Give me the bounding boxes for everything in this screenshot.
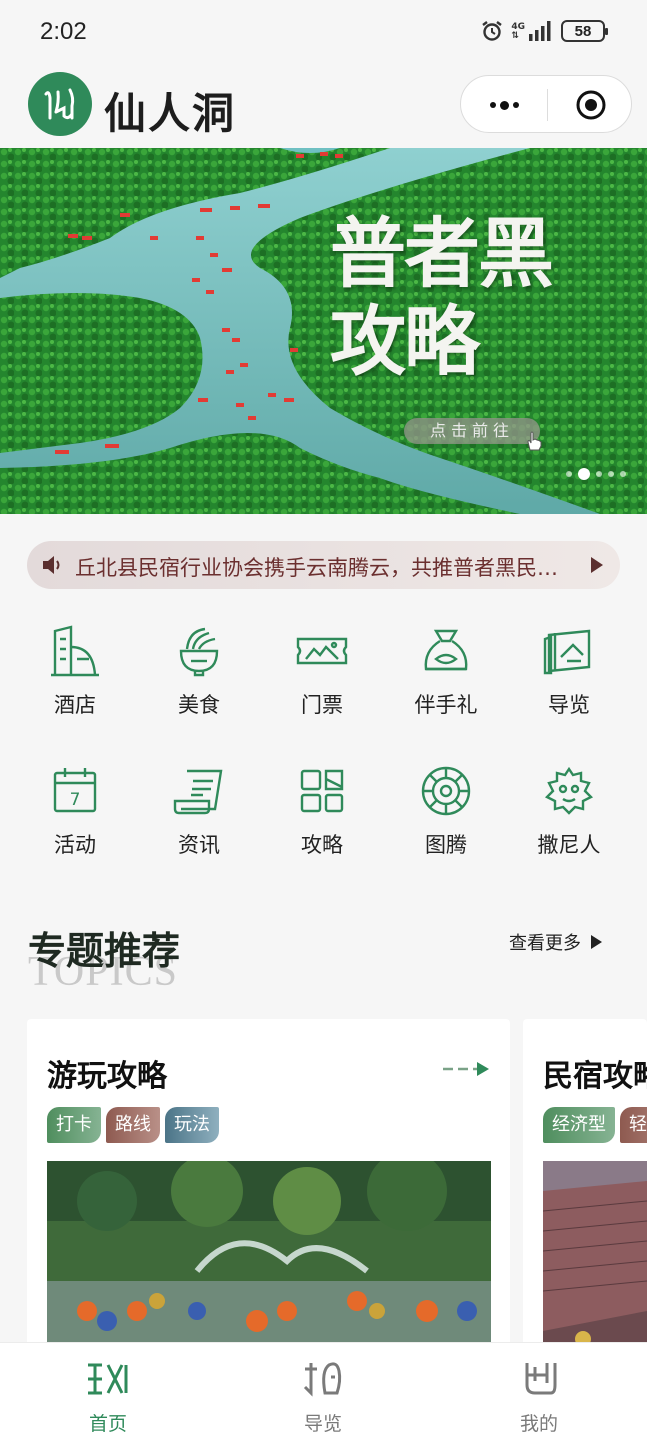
hand-pointer-icon xyxy=(527,431,542,451)
topic-card[interactable]: 游玩攻略 打卡 路线 玩法 xyxy=(27,1019,510,1349)
menu-item-label: 伴手礼 xyxy=(414,693,478,717)
status-time: 2:02 xyxy=(40,18,87,45)
topic-card-image xyxy=(543,1161,647,1349)
tab-label: 我的 xyxy=(519,1413,558,1435)
guide-map-icon xyxy=(543,629,591,675)
status-icons: 4G ⇅ 58 xyxy=(481,20,608,42)
menu-item-activity[interactable]: 7 活动 xyxy=(25,765,125,875)
dashed-arrow-icon xyxy=(443,1062,489,1076)
menu-item-label: 资讯 xyxy=(178,833,220,857)
menu-item-label: 美食 xyxy=(178,693,220,717)
tab-label: 导览 xyxy=(303,1413,342,1435)
profile-icon xyxy=(525,1363,557,1395)
sani-people-icon xyxy=(544,766,594,815)
home-icon xyxy=(88,1363,128,1395)
app-header: 仙人洞 xyxy=(0,66,647,148)
menu-item-label: 导览 xyxy=(548,693,590,717)
hero-banner[interactable]: 普者黑 攻略 点击前往 xyxy=(0,148,647,514)
menu-item-hotel[interactable]: 酒店 xyxy=(25,625,125,735)
ticket-icon xyxy=(296,637,348,665)
strategy-icon xyxy=(300,769,344,813)
signal-arrows-icon: ⇅ xyxy=(511,31,519,41)
tab-mine[interactable]: 我的 xyxy=(431,1343,647,1440)
battery-indicator: 58 xyxy=(561,20,608,42)
banner-pagination xyxy=(566,468,626,480)
tag-route[interactable]: 路线 xyxy=(106,1107,160,1143)
pagination-dot[interactable] xyxy=(608,471,614,477)
menu-item-label: 攻略 xyxy=(301,833,343,857)
hotel-icon xyxy=(51,625,99,677)
signal-bars-icon xyxy=(529,21,551,41)
totem-icon xyxy=(421,766,471,816)
status-bar: 2:02 4G ⇅ 58 xyxy=(0,0,647,66)
tag-check-in[interactable]: 打卡 xyxy=(47,1107,101,1143)
calendar-day-text: 7 xyxy=(70,790,81,810)
menu-item-label: 活动 xyxy=(54,833,96,857)
banner-title: 普者黑 攻略 xyxy=(330,209,554,386)
logo-glyph-icon xyxy=(44,88,75,120)
tag-economy[interactable]: 经济型 xyxy=(543,1107,615,1143)
section-title: 专题推荐 xyxy=(28,928,181,973)
pagination-dot[interactable] xyxy=(620,471,626,477)
notice-text: 丘北县民宿行业协会携手云南腾云，共推普者黑民宿行业发展 xyxy=(75,556,575,580)
tab-label: 首页 xyxy=(88,1413,127,1435)
topic-card-title: 游玩攻略 xyxy=(47,1059,167,1094)
target-close-icon xyxy=(576,90,605,120)
more-dot-icon xyxy=(512,102,519,108)
food-icon xyxy=(179,627,219,677)
notice-bar[interactable]: 丘北县民宿行业协会携手云南腾云，共推普者黑民宿行业发展 xyxy=(27,541,620,589)
tab-home[interactable]: 首页 xyxy=(0,1343,216,1440)
boat-splash-photo xyxy=(47,1161,491,1349)
guesthouse-roof-photo xyxy=(543,1161,647,1349)
speaker-icon xyxy=(43,556,60,574)
close-mini-program-button[interactable] xyxy=(548,76,633,134)
more-dot-icon xyxy=(499,100,509,110)
signal-indicator: 4G ⇅ xyxy=(511,21,553,41)
play-arrow-icon[interactable] xyxy=(589,556,605,574)
tag-light-luxury[interactable]: 轻奢型 xyxy=(620,1107,647,1143)
tag-play[interactable]: 玩法 xyxy=(165,1107,219,1143)
menu-item-guide[interactable]: 导览 xyxy=(519,625,619,735)
news-icon xyxy=(173,769,223,815)
banner-cta-button[interactable]: 点击前往 xyxy=(404,418,540,444)
topic-card-image xyxy=(47,1161,491,1349)
view-more-label: 查看更多 xyxy=(509,933,581,954)
menu-item-label: 撒尼人 xyxy=(537,833,601,857)
topic-tags: 经济型 轻奢型 xyxy=(543,1107,647,1143)
mini-program-capsule xyxy=(460,75,632,133)
topic-tags: 打卡 路线 玩法 xyxy=(47,1107,219,1143)
topic-card[interactable]: 民宿攻略 经济型 轻奢型 xyxy=(523,1019,647,1349)
app-logo-text: 仙人洞 xyxy=(104,89,237,138)
gift-icon xyxy=(424,629,468,671)
more-dot-icon xyxy=(489,102,496,108)
topic-card-title: 民宿攻略 xyxy=(543,1059,647,1094)
menu-item-label: 酒店 xyxy=(54,693,96,717)
more-button[interactable] xyxy=(461,76,547,134)
menu-item-sani-people[interactable]: 撒尼人 xyxy=(519,765,619,875)
bottom-tab-bar: 首页 导览 我的 xyxy=(0,1342,647,1440)
pagination-dot-active[interactable] xyxy=(578,468,590,480)
menu-item-ticket[interactable]: 门票 xyxy=(272,625,372,735)
menu-item-food[interactable]: 美食 xyxy=(149,625,249,735)
menu-item-label: 图腾 xyxy=(425,833,467,857)
play-arrow-icon xyxy=(591,935,602,949)
menu-item-gift[interactable]: 伴手礼 xyxy=(396,625,496,735)
pagination-dot[interactable] xyxy=(566,471,572,477)
tab-guide[interactable]: 导览 xyxy=(215,1343,431,1440)
menu-item-label: 门票 xyxy=(301,693,343,717)
menu-item-news[interactable]: 资讯 xyxy=(149,765,249,875)
calendar-icon: 7 xyxy=(53,768,97,813)
logo-mark xyxy=(28,72,92,136)
pagination-dot[interactable] xyxy=(596,471,602,477)
menu-item-strategy[interactable]: 攻略 xyxy=(272,765,372,875)
guide-icon xyxy=(303,1362,342,1397)
menu-item-totem[interactable]: 图腾 xyxy=(396,765,496,875)
view-more-link[interactable]: 查看更多 xyxy=(509,929,602,955)
alarm-icon xyxy=(482,21,503,41)
